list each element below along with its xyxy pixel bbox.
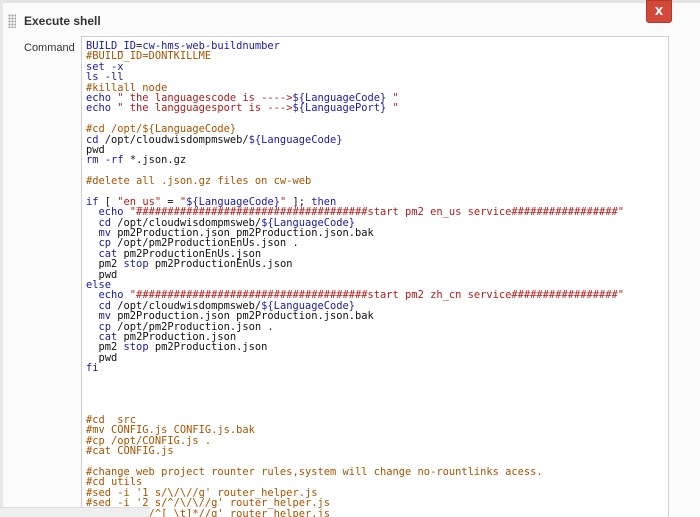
code-token: *.json.gz: [123, 154, 187, 167]
code-line: #sed -i 's/^[ \t]*//g' router_helper.js: [86, 508, 668, 517]
code-token: ${LanguageCode}: [248, 133, 343, 146]
code-token: ": [386, 102, 399, 115]
command-label: Command: [24, 42, 75, 54]
code-token: -rf: [104, 154, 124, 167]
code-line: pwd: [86, 353, 668, 363]
code-line: cd /opt/cloudwisdompmsweb/${LanguageCode…: [86, 133, 668, 146]
code-token: /opt/cloudwisdompmsweb/: [98, 133, 249, 146]
code-line: #delete all .json.gz files on cw-web: [86, 176, 668, 186]
code-token: " the langguagesport is --->: [111, 102, 293, 115]
code-line: pm2 stop pm2Production.json: [86, 342, 668, 352]
code-line: fi: [86, 363, 668, 373]
code-token: pm2Production.json: [148, 341, 268, 354]
drag-handle-icon[interactable]: [8, 14, 16, 28]
code-line: ls -ll: [86, 72, 668, 82]
close-button[interactable]: X: [646, 0, 672, 23]
code-token: #delete all .json.gz files on cw-web: [86, 175, 312, 188]
command-textarea[interactable]: BUILD_ID=cw-hms-web-buildnumber #BUILD_ID…: [81, 36, 669, 517]
code-line: #change web project rounter rules,system…: [86, 467, 668, 477]
section-title: Execute shell: [24, 14, 101, 28]
code-line: pwd: [86, 269, 668, 280]
code-line: rm -rf *.json.gz: [86, 155, 668, 165]
code-token: pm2ProductionEnUs.json: [148, 258, 293, 271]
close-icon: X: [654, 5, 664, 18]
code-token: stop: [123, 258, 149, 271]
left-divider: [0, 0, 3, 517]
section-header: Execute shell: [0, 3, 700, 35]
code-line: echo " the langguagesport is --->${Langu…: [86, 103, 668, 113]
code-line: #BUILD_ID=DONTKILLME: [86, 51, 668, 61]
resize-strip[interactable]: [0, 507, 150, 517]
code-token: #change web project rounter rules,system…: [86, 466, 543, 479]
execute-shell-panel: Execute shell X Command BUILD_ID=cw-hms-…: [0, 0, 700, 517]
command-code: BUILD_ID=cw-hms-web-buildnumber #BUILD_ID…: [82, 37, 668, 517]
code-token: #cat CONFIG.js: [86, 445, 174, 458]
code-line: pm2 stop pm2ProductionEnUs.json: [86, 259, 668, 269]
code-line: #cat CONFIG.js: [86, 446, 668, 456]
code-token: stop: [123, 341, 149, 354]
code-line: set -x: [86, 62, 668, 72]
code-token: ${LanguagePort}: [292, 102, 387, 115]
